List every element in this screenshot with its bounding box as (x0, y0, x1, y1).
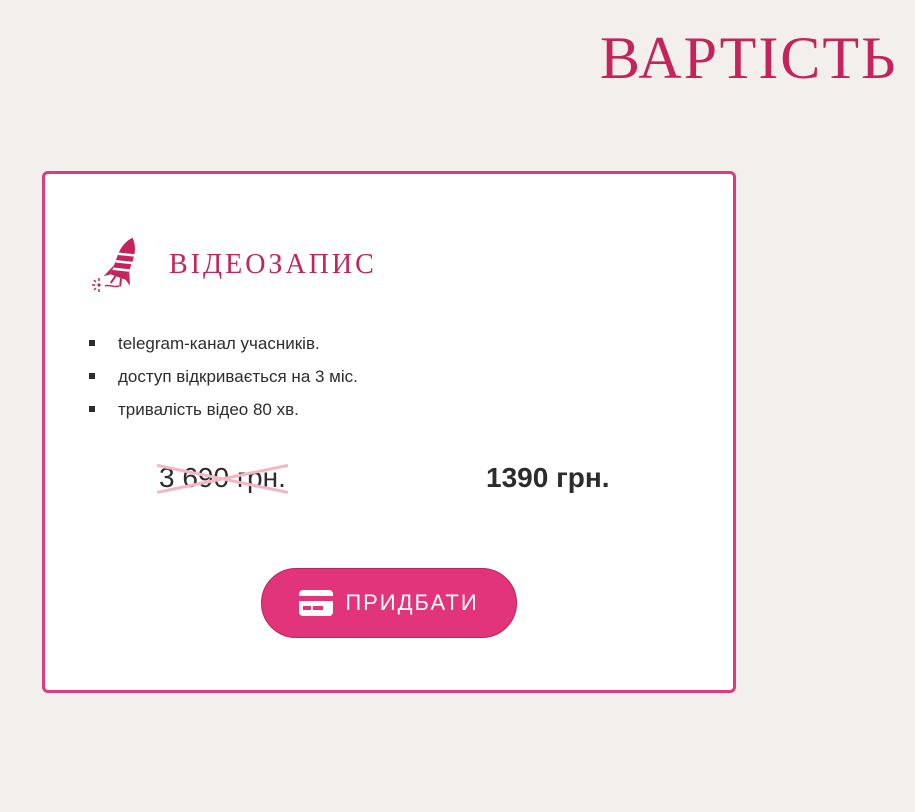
list-item: telegram-канал учасників. (89, 327, 358, 360)
bullet-icon (89, 340, 95, 346)
section-title: ВАРТІСТЬ (600, 26, 898, 90)
old-price: 3 690 грн. (159, 462, 286, 494)
buy-button[interactable]: ПРИДБАТИ (261, 568, 517, 638)
credit-card-icon (299, 590, 334, 616)
buy-button-label: ПРИДБАТИ (345, 590, 479, 615)
list-item: тривалість відео 80 хв. (89, 393, 358, 426)
pricing-card: ВІДЕОЗАПИС telegram-канал учасників. дос… (42, 171, 736, 693)
card-title: ВІДЕОЗАПИС (169, 249, 377, 280)
feature-text: telegram-канал учасників. (118, 334, 320, 353)
bullet-icon (89, 373, 95, 379)
feature-list: telegram-канал учасників. доступ відкрив… (89, 327, 358, 426)
new-price: 1390 грн. (486, 462, 610, 493)
feature-text: тривалість відео 80 хв. (118, 400, 299, 419)
strikethrough-icon (157, 460, 288, 496)
feature-text: доступ відкривається на 3 міс. (118, 367, 358, 386)
list-item: доступ відкривається на 3 міс. (89, 360, 358, 393)
card-header: ВІДЕОЗАПИС (89, 234, 377, 296)
rocket-icon (89, 234, 145, 296)
bullet-icon (89, 406, 95, 412)
